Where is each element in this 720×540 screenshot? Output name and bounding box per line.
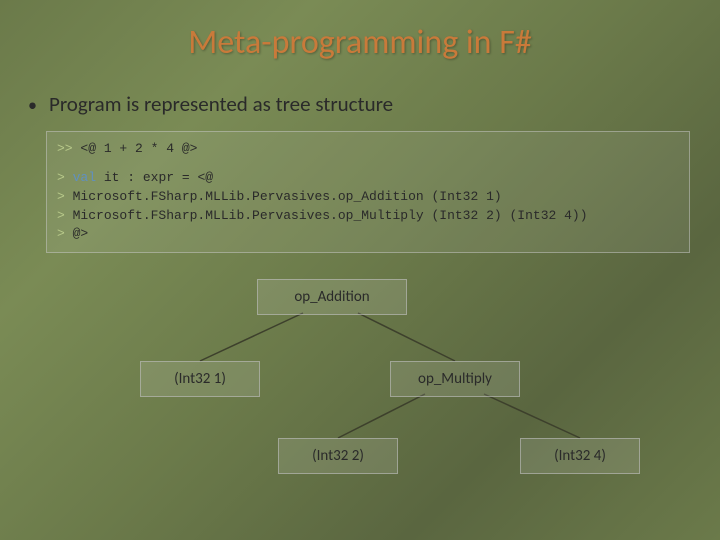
bullet-dot-icon: • [28, 94, 37, 116]
bullet-item: • Program is represented as tree structu… [28, 91, 720, 117]
tree-node-left: (Int32 1) [140, 361, 260, 397]
code-text: @> [65, 226, 88, 241]
code-line: > Microsoft.FSharp.MLLib.Pervasives.op_M… [57, 207, 679, 226]
code-line: > val it : expr = <@ [57, 169, 679, 188]
code-line: >> <@ 1 + 2 * 4 @> [57, 140, 679, 159]
code-line: > @> [57, 225, 679, 244]
tree-node-rright: (Int32 4) [520, 438, 640, 474]
prompt: >> [57, 141, 73, 156]
code-text: Microsoft.FSharp.MLLib.Pervasives.op_Add… [65, 189, 502, 204]
prompt: > [57, 170, 65, 185]
prompt: > [57, 189, 65, 204]
code-line: > Microsoft.FSharp.MLLib.Pervasives.op_A… [57, 188, 679, 207]
code-text: Microsoft.FSharp.MLLib.Pervasives.op_Mul… [65, 208, 588, 223]
prompt: > [57, 208, 65, 223]
tree-diagram: op_Addition (Int32 1) op_Multiply (Int32… [0, 263, 720, 493]
prompt: > [57, 226, 65, 241]
keyword: val [65, 170, 96, 185]
slide-title: Meta-programming in F# [0, 0, 720, 63]
tree-node-rleft: (Int32 2) [278, 438, 398, 474]
code-text: <@ 1 + 2 * 4 @> [73, 141, 198, 156]
bullet-text: Program is represented as tree structure [49, 91, 393, 117]
tree-node-right: op_Multiply [390, 361, 520, 397]
tree-node-root: op_Addition [257, 279, 407, 315]
code-block: >> <@ 1 + 2 * 4 @> > val it : expr = <@ … [46, 131, 690, 253]
code-text: it : expr = <@ [96, 170, 213, 185]
